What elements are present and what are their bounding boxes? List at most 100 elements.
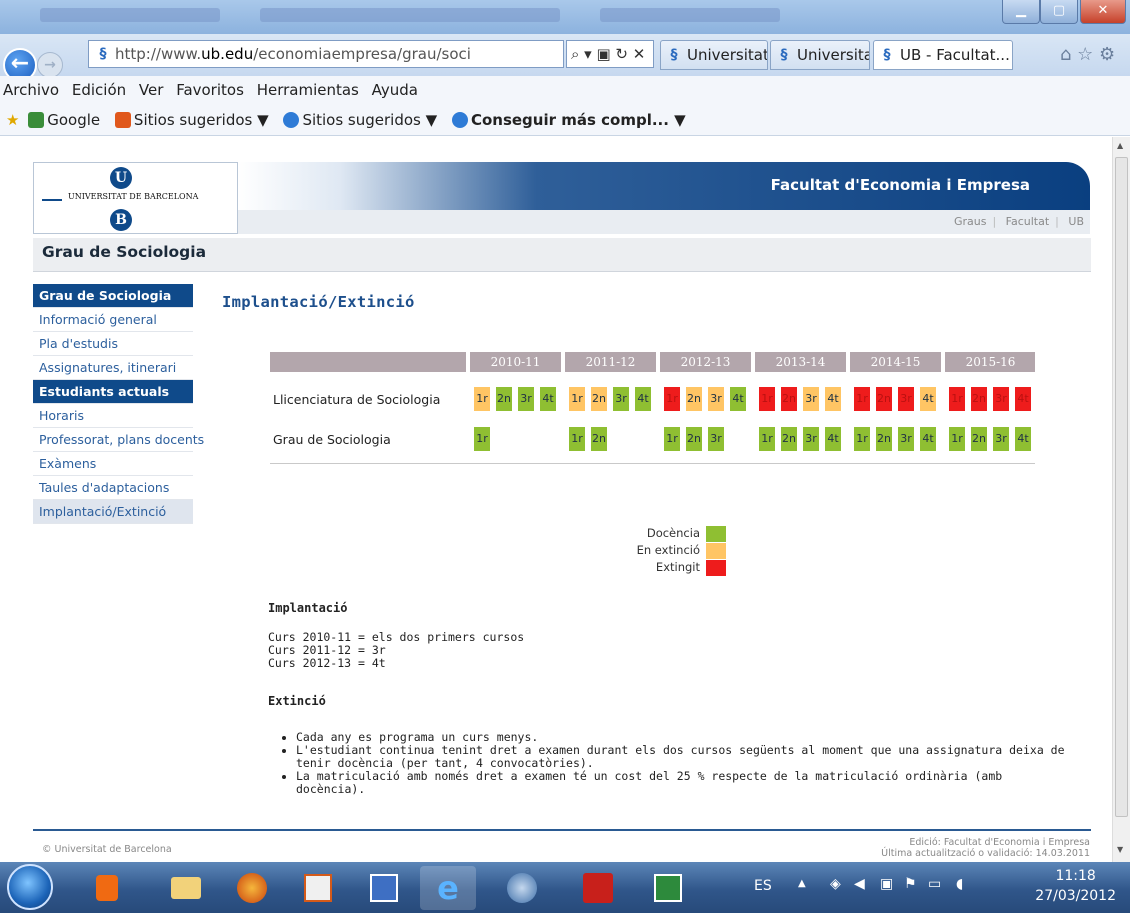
building-icon: [42, 193, 62, 201]
footer-update-line: Última actualització o validació: 14.03.…: [881, 848, 1090, 859]
course-cell: 2n: [496, 387, 512, 411]
legend-label: En extinció: [636, 543, 700, 557]
word-icon[interactable]: [356, 866, 412, 910]
sidebar: Grau de Sociologia Informació general Pl…: [33, 284, 204, 524]
link-facultat[interactable]: Facultat: [1006, 215, 1050, 228]
media-player-icon[interactable]: [82, 866, 132, 910]
device-icon[interactable]: ▣: [880, 876, 893, 892]
menu-favoritos[interactable]: Favoritos: [176, 81, 244, 99]
favorite-conseguir-mas[interactable]: Conseguir más compl... ▼: [451, 104, 686, 136]
tab-universitat-2[interactable]: § Universitat de ...: [770, 40, 870, 70]
calculator-icon[interactable]: [290, 866, 346, 910]
menu-edicion[interactable]: Edición: [72, 81, 126, 99]
minimize-button[interactable]: ▁: [1002, 0, 1040, 24]
scroll-up-icon[interactable]: ▲: [1117, 141, 1123, 150]
legend-swatch: [706, 560, 726, 576]
sidebar-item-examens[interactable]: Exàmens: [33, 452, 193, 476]
favorite-google[interactable]: Google: [28, 104, 100, 136]
link-ub[interactable]: UB: [1068, 215, 1084, 228]
legend-label: Extingit: [655, 560, 700, 574]
url-domain: ub.edu: [201, 45, 254, 63]
course-cell: 3r: [993, 427, 1009, 451]
fav-label: Sitios sugeridos ▼: [302, 111, 438, 129]
link-graus[interactable]: Graus: [954, 215, 987, 228]
speaker-icon[interactable]: ◖: [956, 876, 963, 892]
course-cell: 3r: [708, 427, 724, 451]
course-cell: 1r: [854, 387, 870, 411]
sidebar-item-professorat[interactable]: Professorat, plans docents: [33, 428, 204, 452]
tab-label: UB - Facultat...: [900, 46, 1010, 64]
legend-en-extincio: En extinció: [590, 542, 726, 559]
monitor-icon[interactable]: ▭: [928, 876, 941, 892]
ie-icon: [451, 112, 468, 128]
favorite-sitios-sugeridos-2[interactable]: Sitios sugeridos ▼: [283, 104, 437, 136]
address-tools[interactable]: ⌕ ▾ ▣ ↻ ✕: [566, 40, 654, 68]
course-cell: 3r: [898, 427, 914, 451]
sidebar-item-implantacio[interactable]: Implantació/Extinció: [33, 500, 193, 524]
top-links-bar: Graus | Facultat | UB: [238, 210, 1090, 234]
course-cell: 2n: [686, 427, 702, 451]
thunderbird-icon[interactable]: [494, 866, 550, 910]
start-button[interactable]: [7, 864, 53, 910]
sidebar-item-horaris[interactable]: Horaris: [33, 404, 193, 428]
menu-herramientas[interactable]: Herramientas: [257, 81, 359, 99]
favorite-sitios-sugeridos-1[interactable]: Sitios sugeridos ▼: [114, 104, 269, 136]
tab-universitat-1[interactable]: § Universitat de ...: [660, 40, 768, 70]
internet-explorer-icon[interactable]: e: [420, 866, 476, 910]
explorer-icon[interactable]: [158, 866, 214, 910]
sidebar-head-estudiants[interactable]: Estudiants actuals: [33, 380, 193, 404]
ie-icon: [283, 112, 300, 128]
window-title-bar: ▁ ▢ ✕: [0, 0, 1130, 34]
volume-icon[interactable]: ◀: [854, 876, 865, 892]
maximize-button[interactable]: ▢: [1040, 0, 1078, 24]
course-cell: 2n: [781, 427, 797, 451]
sidebar-head-grau[interactable]: Grau de Sociologia: [33, 284, 193, 308]
title-blur: [260, 8, 560, 22]
course-cell: 1r: [474, 427, 490, 451]
firefox-icon[interactable]: [224, 866, 280, 910]
web-page: U UNIVERSITAT DE BARCELONA B Facultat d'…: [0, 137, 1112, 862]
extincio-item: La matriculació amb només dret a examen …: [296, 770, 1074, 796]
sidebar-item-assignatures[interactable]: Assignatures, itinerari: [33, 356, 193, 380]
course-cell: 1r: [474, 387, 490, 411]
extincio-item: L'estudiant continua tenint dret a exame…: [296, 744, 1074, 770]
show-hidden-icons-icon[interactable]: ▲: [798, 878, 806, 889]
network-icon[interactable]: ◈: [830, 876, 841, 892]
flag-icon[interactable]: ⚑: [904, 876, 917, 892]
acrobat-icon[interactable]: [570, 866, 626, 910]
year-header-2013-14: 2013-14: [751, 352, 846, 372]
clock[interactable]: 11:18 27/03/2012: [1035, 866, 1116, 906]
page-title: Implantació/Extinció: [222, 293, 415, 311]
ub-logo[interactable]: U UNIVERSITAT DE BARCELONA B: [33, 162, 238, 234]
menu-ayuda[interactable]: Ayuda: [372, 81, 418, 99]
language-indicator[interactable]: ES: [754, 878, 772, 894]
year-header-2011-12: 2011-12: [561, 352, 656, 372]
implantacio-line: Curs 2012-13 = 4t: [268, 656, 386, 670]
excel-icon[interactable]: [640, 866, 696, 910]
menu-archivo[interactable]: Archivo: [3, 81, 59, 99]
logo-letter-u: U: [110, 167, 132, 189]
schedule-table: 2010-11 2011-12 2012-13 2013-14 2014-15 2015-…: [270, 352, 1035, 464]
sidebar-item-pla-estudis[interactable]: Pla d'estudis: [33, 332, 193, 356]
extincio-list: Cada any es programa un curs menys. L'es…: [284, 731, 1074, 796]
close-window-button[interactable]: ✕: [1080, 0, 1126, 24]
menu-ver[interactable]: Ver: [139, 81, 164, 99]
course-cell: 2n: [971, 427, 987, 451]
year-header-2015-16: 2015-16: [941, 352, 1036, 372]
scroll-down-icon[interactable]: ▼: [1117, 845, 1123, 854]
scrollbar-thumb[interactable]: [1115, 157, 1128, 817]
course-cell: 1r: [949, 387, 965, 411]
tab-ub-facultat[interactable]: § UB - Facultat... ×: [873, 40, 1013, 70]
toolbar-icons[interactable]: ⌂ ☆ ⚙: [1060, 44, 1115, 65]
ub-favicon-icon: §: [670, 47, 678, 63]
favorites-star-icon[interactable]: ★: [6, 111, 19, 129]
legend-label: Docència: [646, 526, 700, 540]
address-bar[interactable]: § http://www.ub.edu/economiaempresa/grau…: [88, 40, 564, 68]
forward-button[interactable]: →: [37, 52, 63, 78]
implantacio-lines: Curs 2010-11 = els dos primers cursos Cu…: [268, 631, 524, 670]
sidebar-item-taules[interactable]: Taules d'adaptacions: [33, 476, 193, 500]
sidebar-item-informacio-general[interactable]: Informació general: [33, 308, 193, 332]
vertical-scrollbar[interactable]: ▲ ▼: [1112, 137, 1130, 862]
faculty-title[interactable]: Facultat d'Economia i Empresa: [771, 176, 1030, 194]
course-cell: 3r: [708, 387, 724, 411]
